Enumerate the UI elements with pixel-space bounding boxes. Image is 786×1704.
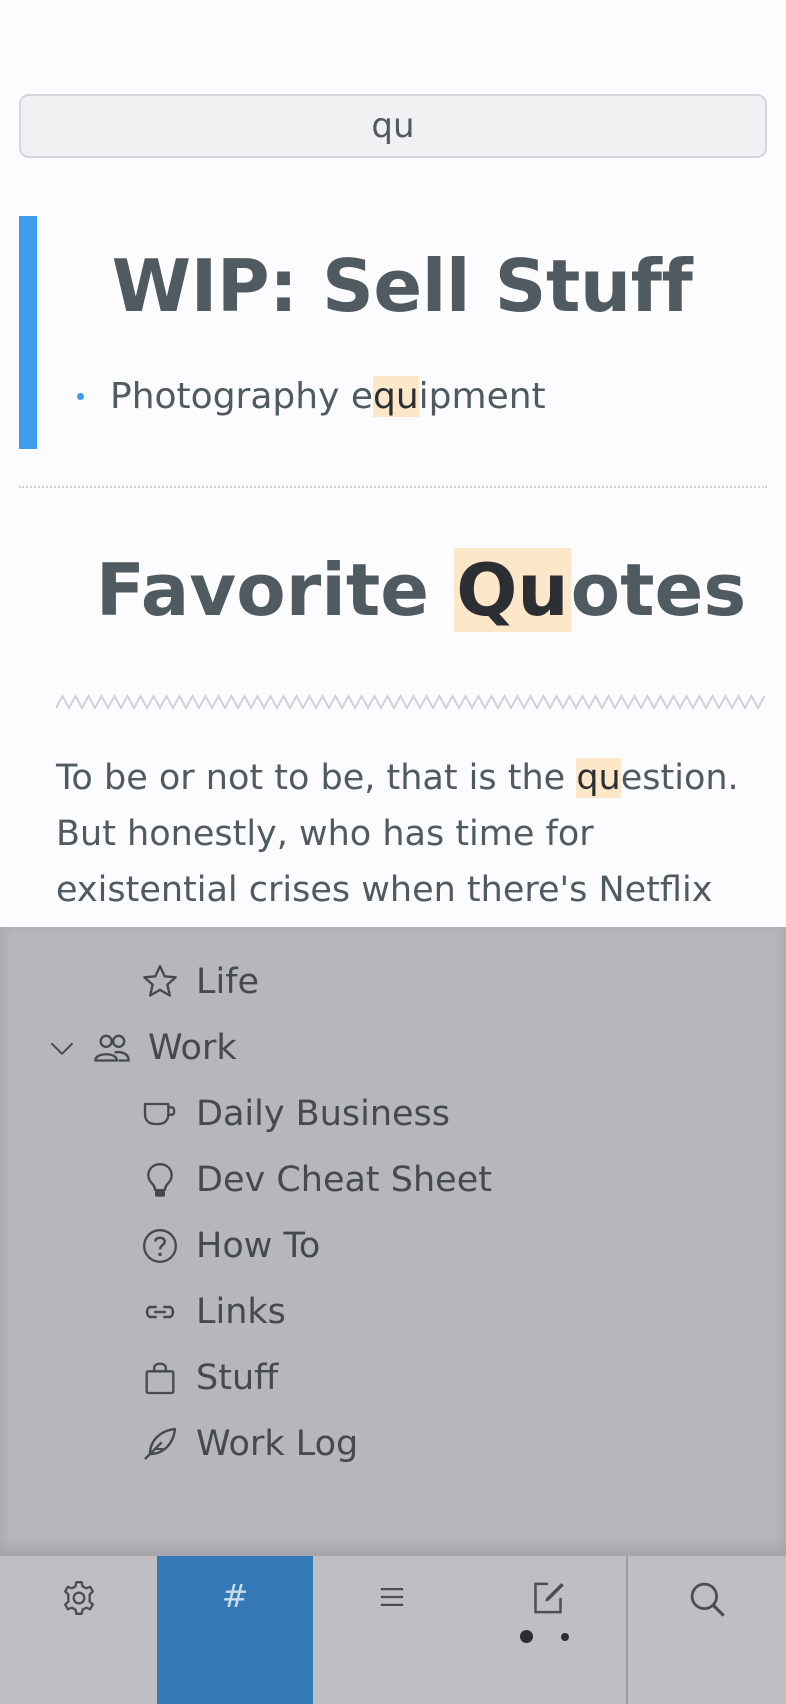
sidebar-item-daily-business[interactable]: Daily Business — [140, 1086, 450, 1142]
chevron-down-icon[interactable] — [48, 1034, 76, 1062]
sidebar-item-label: Dev Cheat Sheet — [196, 1160, 492, 1200]
sidebar-item-links[interactable]: Links — [140, 1284, 286, 1340]
note-list: qu WIP: Sell Stuff Photography e qu ipment… — [0, 0, 786, 927]
title-text-before: Favorite — [95, 548, 455, 632]
note-bullet: Photography e qu ipment — [77, 376, 546, 417]
page-dot — [561, 1632, 569, 1641]
sidebar-item-label: How To — [196, 1226, 321, 1266]
search-icon — [690, 1582, 725, 1617]
question-circle-icon — [143, 1229, 177, 1263]
sidebar-item-label: Work — [148, 1028, 237, 1068]
body-text-before: To be or not to be, that is the — [56, 758, 577, 798]
search-highlight: qu — [372, 376, 419, 417]
shopping-bag-icon — [145, 1362, 175, 1395]
sidebar-item-work-log[interactable]: Work Log — [140, 1416, 358, 1472]
list-icon — [380, 1587, 403, 1607]
sidebar-item-life[interactable]: Life — [140, 954, 259, 1010]
note-body: To be or not to be, that is the question… — [56, 750, 756, 927]
tag-sidebar: Life Work Daily Business Dev Cheat Sheet — [0, 927, 786, 1555]
link-icon — [145, 1305, 175, 1319]
compose-icon — [534, 1582, 564, 1614]
sidebar-item-work[interactable]: Work — [48, 1020, 237, 1076]
star-icon — [143, 965, 177, 997]
cup-icon — [143, 1102, 176, 1126]
lightbulb-icon — [147, 1163, 173, 1197]
bullet-text-before: Photography e — [110, 376, 373, 417]
selected-note-indicator — [19, 216, 37, 449]
search-query: qu — [371, 106, 415, 146]
notes-list-button[interactable] — [313, 1556, 470, 1704]
note-card-sell-stuff[interactable]: WIP: Sell Stuff Photography e qu ipment — [19, 216, 767, 449]
note-title: WIP: Sell Stuff — [111, 244, 693, 328]
people-icon — [94, 1034, 130, 1062]
sidebar-item-label: Stuff — [196, 1358, 279, 1398]
bottom-toolbar: # — [0, 1555, 786, 1704]
tags-button[interactable]: # — [157, 1556, 313, 1704]
search-button[interactable] — [628, 1556, 786, 1704]
bullet-text-after: ipment — [418, 376, 546, 417]
sidebar-item-label: Daily Business — [196, 1094, 451, 1134]
sidebar-item-stuff[interactable]: Stuff — [140, 1350, 278, 1406]
zigzag-separator — [56, 693, 766, 711]
note-divider — [19, 486, 767, 488]
sidebar-item-label: Life — [196, 962, 260, 1002]
sidebar-item-label: Work Log — [196, 1424, 359, 1464]
note-title: Favorite Quotes — [56, 548, 786, 632]
bullet-dot-icon — [77, 393, 84, 400]
sidebar-item-label: Links — [196, 1292, 286, 1332]
gear-icon — [63, 1581, 94, 1615]
search-input[interactable]: qu — [19, 94, 767, 158]
search-highlight: qu — [576, 758, 621, 798]
settings-button[interactable] — [0, 1556, 157, 1704]
sidebar-item-dev-cheat-sheet[interactable]: Dev Cheat Sheet — [140, 1152, 492, 1208]
sidebar-item-how-to[interactable]: How To — [140, 1218, 320, 1274]
feather-icon — [144, 1427, 177, 1460]
search-highlight: Qu — [454, 548, 571, 632]
title-text-after: otes — [570, 548, 747, 632]
page-indicator — [520, 1630, 569, 1643]
page-dot-active — [520, 1630, 533, 1643]
hash-icon: # — [221, 1577, 249, 1615]
